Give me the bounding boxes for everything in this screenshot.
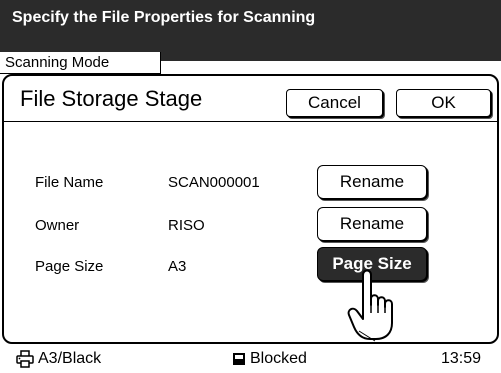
page-title: Specify the File Properties for Scanning	[12, 9, 316, 26]
page-size-label: Page Size	[35, 258, 104, 275]
cancel-button[interactable]: Cancel	[286, 89, 383, 117]
file-name-label: File Name	[35, 174, 104, 191]
owner-value: RISO	[168, 217, 205, 234]
file-storage-dialog: File Storage Stage Cancel OK File Name S…	[2, 74, 499, 344]
rename-file-name-button[interactable]: Rename	[317, 165, 427, 199]
rename-owner-button[interactable]: Rename	[317, 207, 427, 241]
blocked-status-text: Blocked	[250, 350, 307, 367]
clock: 13:59	[441, 350, 482, 367]
owner-label: Owner	[35, 217, 80, 234]
paper-status-text: A3/Black	[38, 350, 102, 367]
page-size-value: A3	[168, 258, 187, 275]
dialog-title: File Storage Stage	[20, 86, 203, 111]
pointing-hand-icon	[347, 269, 393, 342]
tab-scanning-mode[interactable]: Scanning Mode	[0, 52, 161, 74]
file-name-value: SCAN000001	[168, 174, 260, 191]
printer-icon	[16, 350, 34, 368]
status-bar: A3/Black Blocked 13:59	[0, 344, 501, 373]
document-icon	[233, 353, 245, 365]
dialog-divider	[4, 121, 497, 122]
ok-button[interactable]: OK	[396, 89, 491, 117]
